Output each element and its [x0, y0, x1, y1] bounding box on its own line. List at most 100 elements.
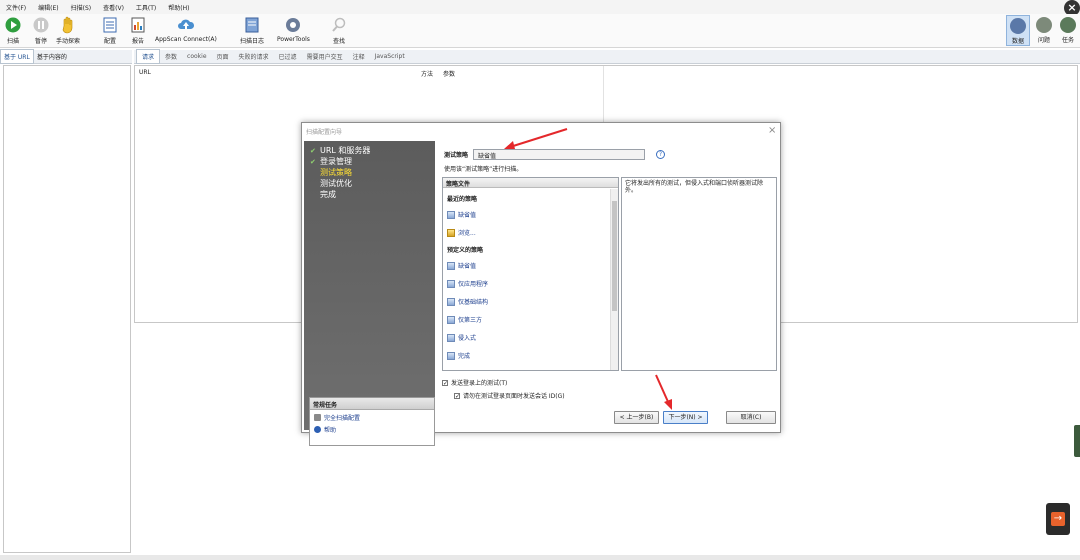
- list-header: 策略文件: [443, 178, 618, 188]
- wizard-content: 测试策略 缺省值 ? 使用该“测试策略”进行扫描。 策略文件 最近的策略 缺省值…: [436, 141, 780, 430]
- wizard-steps-panel: ✔ URL 和服务器 ✔ 登录管理 测试策略 测试优化 完成 常规任务 完全扫描配置…: [304, 141, 435, 446]
- annotation-arrow: [504, 128, 568, 149]
- step-login[interactable]: ✔ 登录管理: [310, 156, 352, 167]
- policy-file-icon: [447, 279, 455, 288]
- locate-button[interactable]: 查找: [330, 16, 348, 45]
- step-url-server[interactable]: ✔ URL 和服务器: [310, 145, 370, 156]
- tab-requests[interactable]: 请求: [136, 49, 161, 64]
- log-icon: [243, 16, 261, 34]
- policy-file-icon: [447, 315, 455, 324]
- step-test-optimization[interactable]: 测试优化: [310, 178, 352, 189]
- data-tabs: 请求 参数 cookie 页面 失败的请求 已过滤 需要用户交互 注释 Java…: [134, 49, 1080, 64]
- task-help[interactable]: 帮助: [310, 422, 434, 434]
- pause-icon: [32, 16, 50, 34]
- list-item[interactable]: 缺省值: [447, 210, 476, 219]
- scan-button[interactable]: 扫描: [4, 16, 22, 45]
- cloud-upload-icon: [177, 16, 195, 34]
- column-url[interactable]: URL: [139, 69, 151, 76]
- dialog-close-icon[interactable]: ×: [768, 125, 776, 136]
- help-icon[interactable]: ?: [656, 150, 665, 159]
- no-session-id-checkbox[interactable]: ✓ 请勿在测试登录页面时发送会话 ID(G): [454, 391, 565, 400]
- cancel-button[interactable]: 取消(C): [726, 411, 776, 424]
- policy-description: 它将发出所有的测试，但侵入式和端口侦听器测试除外。: [621, 177, 777, 371]
- dialog-title: 扫描配置向导: [306, 129, 343, 136]
- step-complete[interactable]: 完成: [310, 189, 336, 200]
- menu-scan[interactable]: 扫描(S): [71, 3, 92, 12]
- list-item[interactable]: 完成: [447, 351, 470, 360]
- annotation-arrow: [655, 374, 672, 410]
- toolbar: 扫描 暂停 手动探索 配置 报告 AppScan Connect(A) 扫描日志…: [0, 14, 1080, 48]
- appscan-connect-button[interactable]: AppScan Connect(A): [155, 16, 217, 43]
- tab-javascript[interactable]: JavaScript: [370, 51, 410, 62]
- list-scrollbar[interactable]: [610, 189, 618, 370]
- list-item[interactable]: 侵入式: [447, 333, 476, 342]
- folder-icon: [447, 228, 455, 237]
- tasks-view-button[interactable]: 任务: [1056, 15, 1080, 46]
- search-icon: [330, 16, 348, 34]
- policy-file-icon: [447, 210, 455, 219]
- issues-view-button[interactable]: 问题: [1032, 15, 1056, 46]
- send-login-tests-checkbox[interactable]: ✓ 发送登录上的测试(T): [442, 378, 507, 387]
- list-item[interactable]: 仅基础结构: [447, 297, 488, 306]
- tab-url-based[interactable]: 基于 URL: [0, 49, 34, 64]
- manual-explore-button[interactable]: 手动探索: [56, 16, 80, 45]
- step-test-policy[interactable]: 测试策略: [310, 167, 352, 178]
- checkbox-box[interactable]: ✓: [442, 379, 448, 386]
- list-item[interactable]: 缺省值: [447, 261, 476, 270]
- back-button[interactable]: < 上一步(B): [614, 411, 659, 424]
- check-icon: ✔: [310, 146, 316, 155]
- menu-edit[interactable]: 编辑(E): [38, 3, 58, 12]
- left-tabs: 基于 URL 基于内容的: [0, 49, 132, 64]
- floating-action-button[interactable]: →: [1046, 503, 1070, 535]
- menu-tools[interactable]: 工具(T): [136, 3, 156, 12]
- policy-label: 测试策略: [444, 152, 469, 159]
- exit-arrow-icon: →: [1051, 512, 1065, 526]
- policy-file-icon: [447, 333, 455, 342]
- task-full-config[interactable]: 完全扫描配置: [310, 410, 434, 422]
- column-params[interactable]: 参数: [443, 69, 455, 78]
- policy-file-icon: [447, 297, 455, 306]
- instruction-text: 使用该“测试策略”进行扫描。: [444, 166, 523, 173]
- scan-config-wizard-dialog: 扫描配置向导 × ✔ URL 和服务器 ✔ 登录管理 测试策略 测试优化 完成 常规…: [301, 122, 781, 446]
- scan-log-button[interactable]: 扫描日志: [240, 16, 264, 45]
- list-item[interactable]: 仅第三方: [447, 315, 482, 324]
- gear-icon: [284, 16, 302, 34]
- check-icon: [1060, 17, 1076, 33]
- tab-content-based[interactable]: 基于内容的: [34, 50, 70, 63]
- checkbox-box[interactable]: ✓: [454, 392, 460, 399]
- play-icon: [4, 16, 22, 34]
- data-view-button[interactable]: 数据: [1006, 15, 1030, 46]
- tab-user-interaction[interactable]: 需要用户交互: [302, 50, 348, 63]
- data-icon: [1010, 18, 1026, 34]
- next-button[interactable]: 下一步(N) >: [663, 411, 708, 424]
- tab-pages[interactable]: 页面: [212, 50, 234, 63]
- tab-failed-requests[interactable]: 失败的请求: [234, 50, 274, 63]
- menu-view[interactable]: 查看(V): [103, 3, 124, 12]
- url-tree-pane[interactable]: [3, 65, 131, 553]
- menu-file[interactable]: 文件(F): [6, 3, 26, 12]
- tools-icon: [314, 414, 321, 421]
- tab-parameters[interactable]: 参数: [160, 50, 182, 63]
- predefined-group-label: 预定义的策略: [447, 247, 484, 254]
- powertools-button[interactable]: PowerTools: [277, 16, 310, 43]
- report-button[interactable]: 报告: [129, 16, 147, 45]
- help-icon: [314, 426, 321, 433]
- pause-button[interactable]: 暂停: [32, 16, 50, 45]
- report-icon: [129, 16, 147, 34]
- list-item[interactable]: 仅应用程序: [447, 279, 488, 288]
- scrollbar-thumb[interactable]: [612, 201, 617, 311]
- tasks-header: 常规任务: [310, 398, 434, 410]
- tab-filtered[interactable]: 已过滤: [274, 50, 302, 63]
- policy-file-icon: [447, 351, 455, 360]
- policy-file-list[interactable]: 策略文件 最近的策略 缺省值 浏览... 预定义的策略 缺省值 仅应用程序 仅基…: [442, 177, 619, 371]
- menu-bar: 文件(F) 编辑(E) 扫描(S) 查看(V) 工具(T) 帮助(H): [0, 0, 1080, 14]
- config-icon: [101, 16, 119, 34]
- side-edge-tab[interactable]: [1074, 425, 1080, 457]
- config-button[interactable]: 配置: [101, 16, 119, 45]
- tab-comments[interactable]: 注释: [348, 50, 370, 63]
- list-item[interactable]: 浏览...: [447, 228, 476, 237]
- column-method[interactable]: 方法: [421, 69, 433, 78]
- menu-help[interactable]: 帮助(H): [168, 3, 189, 12]
- common-tasks-panel: 常规任务 完全扫描配置 帮助: [309, 397, 435, 446]
- tab-cookie[interactable]: cookie: [182, 51, 211, 62]
